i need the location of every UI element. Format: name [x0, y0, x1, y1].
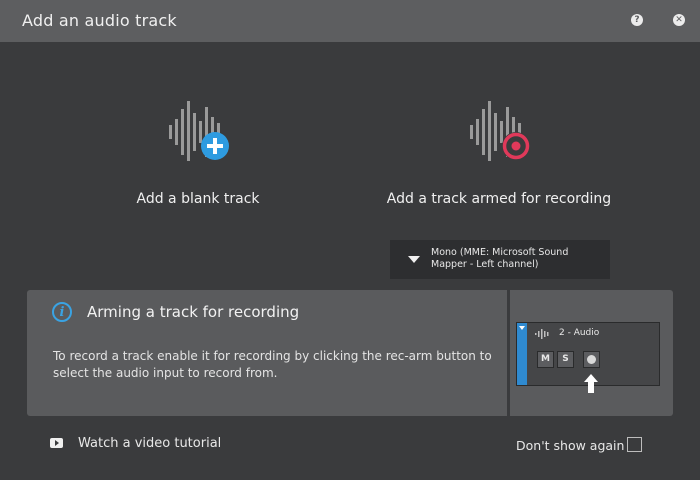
info-icon: i	[52, 302, 72, 322]
track-color-stripe	[517, 323, 527, 385]
pointer-arrow-icon	[584, 374, 598, 393]
close-icon[interactable]: ✕	[673, 14, 685, 26]
add-armed-track-label: Add a track armed for recording	[386, 191, 612, 207]
add-armed-track-option[interactable]: Add a track armed for recording	[349, 95, 649, 225]
dont-show-again-label: Don't show again	[516, 438, 625, 453]
track-name: 2 - Audio	[559, 328, 600, 338]
info-divider	[507, 290, 510, 416]
record-icon	[587, 355, 596, 364]
dont-show-again-checkbox[interactable]	[627, 437, 642, 452]
record-waveform-icon	[470, 101, 530, 161]
track-collapse-icon	[519, 326, 525, 330]
rec-arm-button	[583, 351, 600, 368]
add-waveform-icon	[169, 101, 229, 161]
add-blank-track-label: Add a blank track	[136, 191, 260, 207]
video-tutorial-label: Watch a video tutorial	[78, 436, 222, 451]
audio-track-icon	[535, 329, 549, 339]
add-blank-track-option[interactable]: Add a blank track	[48, 95, 348, 225]
recording-input-value: Mono (MME: Microsoft Sound Mapper - Left…	[431, 247, 569, 270]
title-bar: Add an audio track ? ✕	[0, 0, 700, 42]
info-title: Arming a track for recording	[87, 303, 300, 321]
mute-button: M	[537, 351, 554, 368]
info-panel: i Arming a track for recording To record…	[27, 290, 673, 416]
window-title: Add an audio track	[22, 11, 177, 30]
help-icon[interactable]: ?	[631, 14, 643, 26]
play-video-icon	[50, 438, 63, 448]
info-body: To record a track enable it for recordin…	[53, 349, 492, 380]
chevron-down-icon	[408, 256, 420, 263]
recording-input-select[interactable]: Mono (MME: Microsoft Sound Mapper - Left…	[390, 240, 610, 279]
solo-button: S	[557, 351, 574, 368]
